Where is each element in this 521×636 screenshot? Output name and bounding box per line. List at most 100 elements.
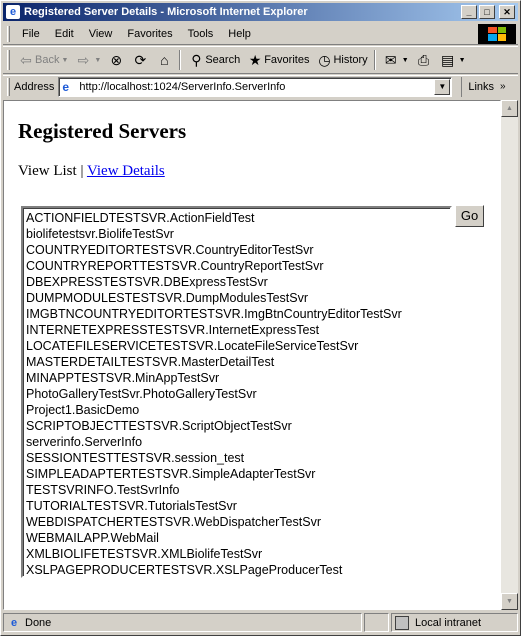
search-button[interactable]: ⚲ Search xyxy=(184,48,243,72)
server-list-item[interactable]: TESTSVRINFO.TestSvrInfo xyxy=(26,482,450,498)
scroll-up-button[interactable]: ▲ xyxy=(501,100,518,117)
server-list-item[interactable]: serverinfo.ServerInfo xyxy=(26,434,450,450)
menu-grip[interactable] xyxy=(7,25,10,42)
page-icon: e xyxy=(62,79,70,94)
forward-button[interactable]: ⇨ ▼ xyxy=(71,48,104,72)
maximize-button[interactable]: □ xyxy=(479,5,495,19)
server-list-item[interactable]: SESSIONTESTTESTSVR.session_test xyxy=(26,450,450,466)
menu-help[interactable]: Help xyxy=(222,26,260,42)
address-grip[interactable] xyxy=(7,77,10,96)
menu-tools[interactable]: Tools xyxy=(182,26,223,42)
server-list-item[interactable]: DUMPMODULESTESTSVR.DumpModulesTestSvr xyxy=(26,290,450,306)
menu-edit[interactable]: Edit xyxy=(49,26,83,42)
title-bar[interactable]: e Registered Server Details - Microsoft … xyxy=(3,3,518,21)
print-icon: ⎙ xyxy=(418,52,430,68)
chevron-down-icon: ▼ xyxy=(401,56,409,64)
back-label: Back xyxy=(35,54,60,66)
status-text: Done xyxy=(25,616,52,629)
search-icon: ⚲ xyxy=(191,52,202,68)
server-list-item[interactable]: MASTERDETAILTESTSVR.MasterDetailTest xyxy=(26,354,450,370)
address-bar: Address e http://localhost:1024/ServerIn… xyxy=(3,75,518,97)
page-done-icon: e xyxy=(10,616,18,629)
favorites-label: Favorites xyxy=(264,54,310,66)
toolbar-separator xyxy=(373,50,376,70)
edit-button[interactable]: ▤ ▼ xyxy=(436,48,469,72)
security-zone-text: Local intranet xyxy=(415,616,482,629)
stop-button[interactable]: ⊗ xyxy=(104,48,128,72)
address-dropdown-button[interactable]: ▼ xyxy=(434,78,451,95)
menu-view[interactable]: View xyxy=(83,26,122,42)
view-separator: | xyxy=(80,163,84,179)
menu-favorites[interactable]: Favorites xyxy=(121,26,181,42)
server-list-item[interactable]: PhotoGalleryTestSvr.PhotoGalleryTestSvr xyxy=(26,386,450,402)
favorites-icon: ★ xyxy=(248,52,262,68)
server-list-item[interactable]: biolifetestsvr.BiolifeTestSvr xyxy=(26,226,450,242)
address-input[interactable]: e http://localhost:1024/ServerInfo.Serve… xyxy=(58,76,453,97)
server-list-item[interactable]: WEBMAILAPP.WebMail xyxy=(26,530,450,546)
toolbar-separator xyxy=(179,50,182,70)
scroll-down-button[interactable]: ▼ xyxy=(501,593,518,610)
server-listbox[interactable]: ACTIONFIELDTESTSVR.ActionFieldTest biolif… xyxy=(21,206,452,578)
back-button[interactable]: ⇦ Back ▼ xyxy=(14,48,71,72)
server-list-item[interactable]: IMGBTNCOUNTRYEDITORTESTSVR.ImgBtnCountry… xyxy=(26,306,450,322)
chevron-right-icon: » xyxy=(500,81,506,92)
close-button[interactable]: ✕ xyxy=(499,5,515,19)
menu-file[interactable]: File xyxy=(16,26,49,42)
status-empty-pane xyxy=(364,613,389,632)
address-url[interactable]: http://localhost:1024/ServerInfo.ServerI… xyxy=(79,81,434,93)
go-button[interactable]: Go xyxy=(455,205,484,227)
forward-arrow-icon: ⇨ xyxy=(77,52,90,68)
history-icon: ◷ xyxy=(318,52,331,68)
stop-icon: ⊗ xyxy=(110,52,123,68)
server-list-item[interactable]: TUTORIALTESTSVR.TutorialsTestSvr xyxy=(26,498,450,514)
links-label: Links xyxy=(468,80,495,93)
server-list-item[interactable]: WEBDISPATCHERTESTSVR.WebDispatcherTestSv… xyxy=(26,514,450,530)
history-button[interactable]: ◷ History xyxy=(312,48,370,72)
vertical-scrollbar[interactable]: ▲ ▼ xyxy=(501,100,518,610)
intranet-zone-icon xyxy=(395,615,409,630)
address-label: Address xyxy=(14,80,55,93)
chevron-down-icon: ▼ xyxy=(61,56,69,64)
page-content: Registered Servers View List | View Deta… xyxy=(3,100,501,610)
server-list-item[interactable]: INTERNETEXPRESSTESTSVR.InternetExpressTe… xyxy=(26,322,450,338)
view-nav: View List | View Details xyxy=(18,163,165,180)
mail-icon: ✉ xyxy=(384,52,397,68)
edit-document-icon: ▤ xyxy=(441,52,455,68)
window-title: Registered Server Details - Microsoft In… xyxy=(24,6,308,18)
links-toolbar[interactable]: Links » xyxy=(461,76,506,97)
toolbar-grip[interactable] xyxy=(7,50,10,70)
server-list-item[interactable]: Project1.BasicDemo xyxy=(26,402,450,418)
refresh-icon: ⟳ xyxy=(134,52,147,68)
search-label: Search xyxy=(205,54,241,66)
security-zone-pane: Local intranet xyxy=(391,613,518,632)
windows-flag-icon xyxy=(488,26,506,41)
server-list-item[interactable]: DBEXPRESSTESTSVR.DBExpressTestSvr xyxy=(26,274,450,290)
windows-logo xyxy=(478,23,516,44)
home-icon: ⌂ xyxy=(160,52,169,68)
mail-button[interactable]: ✉ ▼ xyxy=(379,48,412,72)
back-arrow-icon: ⇦ xyxy=(20,52,32,68)
server-list-item[interactable]: LOCATEFILESERVICETESTSVR.LocateFileServi… xyxy=(26,338,450,354)
server-list-item[interactable]: XMLBIOLIFETESTSVR.XMLBiolifeTestSvr xyxy=(26,546,450,562)
menu-bar: File Edit View Favorites Tools Help xyxy=(3,23,518,45)
server-list-item[interactable]: SCRIPTOBJECTTESTSVR.ScriptObjectTestSvr xyxy=(26,418,450,434)
view-details-link[interactable]: View Details xyxy=(87,163,165,179)
server-list-item[interactable]: COUNTRYEDITORTESTSVR.CountryEditorTestSv… xyxy=(26,242,450,258)
status-bar: e Done Local intranet xyxy=(3,613,518,633)
chevron-down-icon: ▼ xyxy=(94,56,102,64)
home-button[interactable]: ⌂ xyxy=(152,48,176,72)
server-list-item[interactable]: SIMPLEADAPTERTESTSVR.SimpleAdapterTestSv… xyxy=(26,466,450,482)
browser-window: e Registered Server Details - Microsoft … xyxy=(0,0,521,636)
server-list-item[interactable]: MINAPPTESTSVR.MinAppTestSvr xyxy=(26,370,450,386)
refresh-button[interactable]: ⟳ xyxy=(128,48,152,72)
server-list-item[interactable]: ACTIONFIELDTESTSVR.ActionFieldTest xyxy=(26,210,450,226)
chevron-down-icon: ▼ xyxy=(458,56,466,64)
view-list-text: View List xyxy=(18,163,77,179)
print-button[interactable]: ⎙ xyxy=(412,48,436,72)
server-list-item[interactable]: XSLPAGEPRODUCERTESTSVR.XSLPageProducerTe… xyxy=(26,562,450,578)
history-label: History xyxy=(333,54,368,66)
server-list-item[interactable]: COUNTRYREPORTTESTSVR.CountryReportTestSv… xyxy=(26,258,450,274)
minimize-button[interactable]: _ xyxy=(461,5,477,19)
page-title: Registered Servers xyxy=(18,119,187,143)
favorites-button[interactable]: ★ Favorites xyxy=(243,48,312,72)
